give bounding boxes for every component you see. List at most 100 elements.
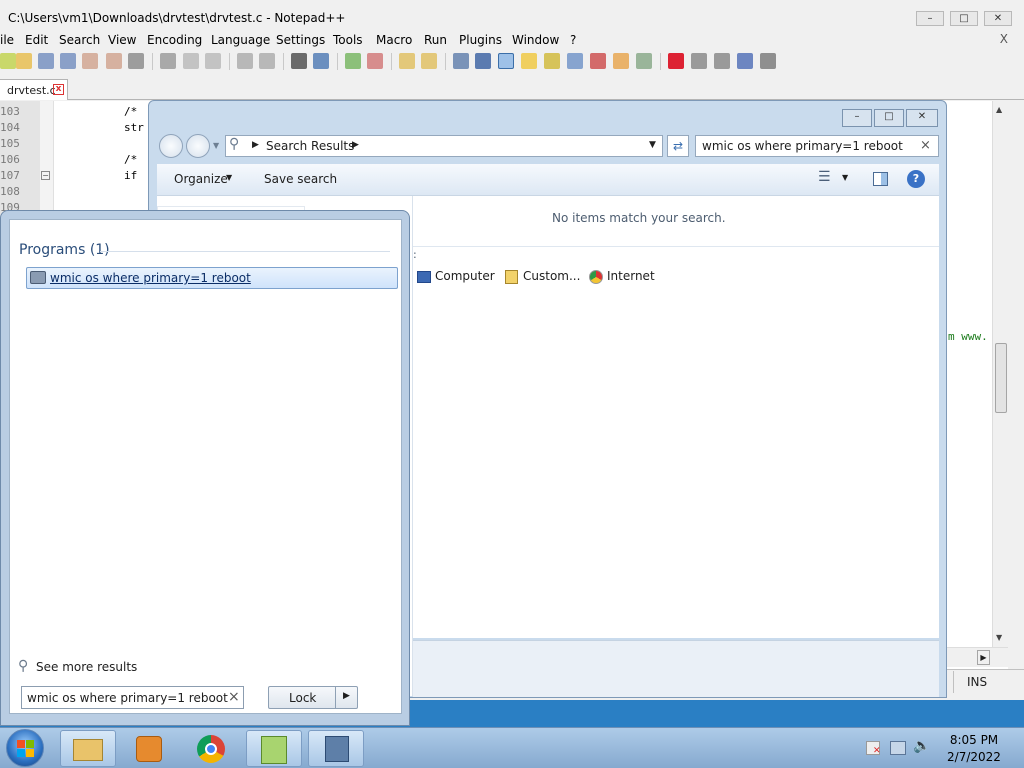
search-again-computer[interactable]: Computer [435, 269, 495, 283]
organize-button[interactable]: Organize [174, 172, 228, 186]
menu-view[interactable]: View [108, 33, 136, 47]
scroll-right-icon[interactable]: ▶ [977, 650, 990, 665]
record-macro-icon[interactable] [668, 53, 684, 69]
see-more-results-link[interactable]: ⚲ See more results [18, 658, 218, 676]
play-macro-icon[interactable] [714, 53, 730, 69]
menu-settings[interactable]: Settings [276, 33, 325, 47]
paste-icon[interactable] [205, 53, 221, 69]
udl-icon[interactable] [521, 53, 537, 69]
scroll-thumb[interactable] [995, 343, 1007, 413]
recent-pages-chevron-icon[interactable]: ▼ [213, 141, 219, 150]
cut-icon[interactable] [160, 53, 176, 69]
network-icon[interactable] [890, 741, 906, 755]
menu-macro[interactable]: Macro [376, 33, 412, 47]
menu-run[interactable]: Run [424, 33, 447, 47]
show-all-chars-icon[interactable] [475, 53, 491, 69]
clear-search-icon[interactable]: × [228, 689, 240, 705]
menu-encoding[interactable]: Encoding [147, 33, 202, 47]
close-button[interactable]: ✕ [984, 11, 1012, 26]
save-search-button[interactable]: Save search [264, 172, 337, 186]
folder-workspace-icon[interactable] [613, 53, 629, 69]
search-again-custom[interactable]: Custom... [523, 269, 580, 283]
minimize-button[interactable]: – [842, 109, 872, 127]
system-clock[interactable]: 8:05 PM 2/7/2022 [946, 733, 1002, 765]
menu-file[interactable]: ile [0, 33, 14, 47]
maximize-button[interactable]: □ [950, 11, 978, 26]
zoom-in-icon[interactable] [345, 53, 361, 69]
start-search-box[interactable]: wmic os where primary=1 reboot × [21, 686, 244, 709]
start-button[interactable] [6, 729, 44, 767]
forward-button[interactable] [186, 134, 210, 158]
menu-search[interactable]: Search [59, 33, 100, 47]
back-button[interactable] [159, 134, 183, 158]
run-macro-multiple-icon[interactable] [737, 53, 753, 69]
sync-vertical-icon[interactable] [399, 53, 415, 69]
search-again-internet[interactable]: Internet [607, 269, 655, 283]
lock-button[interactable]: Lock ▶ [268, 686, 358, 709]
monitoring-icon[interactable] [636, 53, 652, 69]
breadcrumb-arrow-icon[interactable]: ▶ [352, 140, 359, 150]
scroll-up-icon[interactable]: ▲ [996, 105, 1002, 114]
print-icon[interactable] [128, 53, 144, 69]
search-input[interactable]: wmic os where primary=1 reboot [702, 139, 903, 153]
close-button[interactable]: ✕ [906, 109, 938, 127]
organize-dropdown-icon[interactable]: ▼ [226, 173, 232, 182]
minimize-button[interactable]: – [916, 11, 944, 26]
program-result-label[interactable]: wmic os where primary=1 reboot [50, 271, 251, 285]
tab-drvtest[interactable]: drvtest.c x [0, 79, 68, 100]
new-file-icon[interactable] [0, 53, 16, 69]
save-icon[interactable] [38, 53, 54, 69]
program-result-item[interactable]: wmic os where primary=1 reboot [26, 267, 398, 289]
zoom-out-icon[interactable] [367, 53, 383, 69]
doc-map-icon[interactable] [544, 53, 560, 69]
breadcrumb-arrow-icon[interactable]: ▶ [252, 140, 259, 150]
indent-guide-icon[interactable] [498, 53, 514, 69]
function-list-icon[interactable] [590, 53, 606, 69]
copy-icon[interactable] [183, 53, 199, 69]
maximize-button[interactable]: □ [874, 109, 904, 127]
volume-icon[interactable]: 🔈 [913, 738, 930, 754]
menu-window[interactable]: Window [512, 33, 559, 47]
views-icon[interactable]: ☰ [818, 169, 831, 185]
close-document-button[interactable]: X [1000, 32, 1008, 46]
scroll-down-icon[interactable]: ▼ [996, 633, 1002, 642]
menu-tools[interactable]: Tools [333, 33, 363, 47]
taskbar-explorer[interactable] [60, 730, 116, 767]
find-icon[interactable] [291, 53, 307, 69]
menu-language[interactable]: Language [211, 33, 270, 47]
refresh-icon[interactable]: ⇄ [667, 135, 689, 157]
taskbar-notepadpp[interactable] [246, 730, 302, 767]
address-dropdown-icon[interactable]: ▼ [649, 140, 656, 150]
sync-horizontal-icon[interactable] [421, 53, 437, 69]
taskbar-chrome[interactable] [184, 730, 240, 767]
start-search-input[interactable]: wmic os where primary=1 reboot [27, 691, 228, 705]
close-file-icon[interactable] [82, 53, 98, 69]
programs-header[interactable]: Programs (1) [19, 242, 110, 258]
menu-help[interactable]: ? [570, 33, 576, 47]
doc-list-icon[interactable] [567, 53, 583, 69]
power-options-arrow-icon[interactable]: ▶ [343, 691, 350, 701]
vertical-scrollbar[interactable]: ▲ ▼ [992, 101, 1008, 647]
save-all-icon[interactable] [60, 53, 76, 69]
taskbar-network-app[interactable] [308, 730, 364, 767]
word-wrap-icon[interactable] [453, 53, 469, 69]
fold-toggle-icon[interactable]: − [41, 171, 50, 180]
close-all-icon[interactable] [106, 53, 122, 69]
address-label[interactable]: Search Results [266, 139, 354, 153]
menu-edit[interactable]: Edit [25, 33, 48, 47]
stop-macro-icon[interactable] [691, 53, 707, 69]
results-pane[interactable]: No items match your search. : Computer C… [413, 196, 939, 638]
address-bar[interactable]: ⚲ ▶ Search Results ▶ ▼ [225, 135, 663, 157]
see-more-label[interactable]: See more results [36, 660, 137, 674]
undo-icon[interactable] [237, 53, 253, 69]
search-box[interactable]: wmic os where primary=1 reboot × [695, 135, 939, 157]
preview-pane-icon[interactable] [873, 172, 888, 186]
menu-plugins[interactable]: Plugins [459, 33, 502, 47]
save-macro-icon[interactable] [760, 53, 776, 69]
redo-icon[interactable] [259, 53, 275, 69]
open-file-icon[interactable] [16, 53, 32, 69]
close-tab-icon[interactable]: x [53, 84, 64, 95]
help-icon[interactable]: ? [907, 170, 925, 188]
clear-search-icon[interactable]: × [920, 138, 931, 153]
action-center-icon[interactable]: ✕ [866, 741, 881, 756]
